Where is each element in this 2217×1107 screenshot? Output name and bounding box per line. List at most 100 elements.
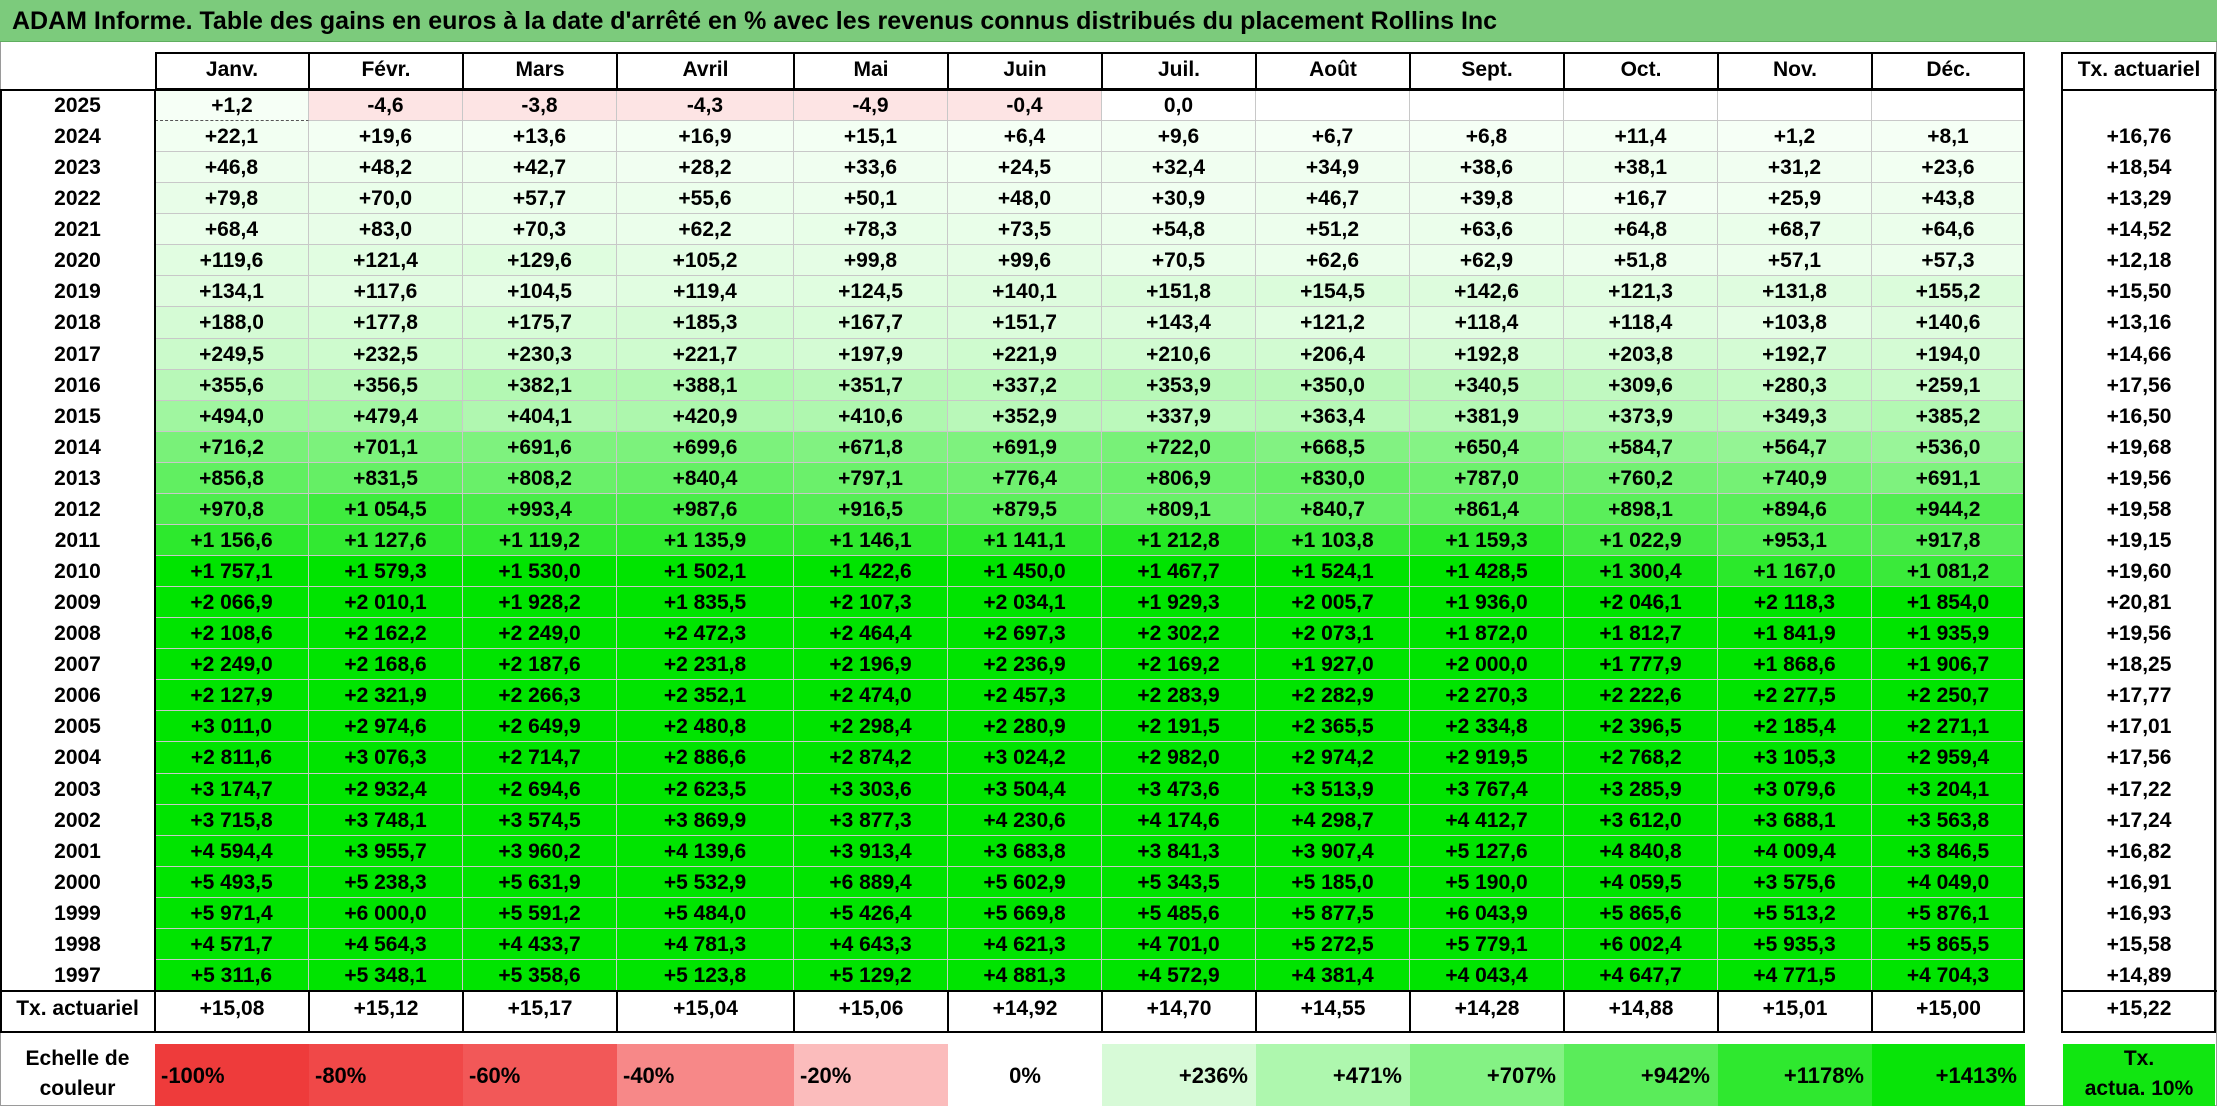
gain-cell: +2 231,8	[617, 649, 794, 680]
footer-average: +14,28	[1454, 997, 1520, 1020]
gain-cell: +194,0	[1872, 339, 2025, 370]
gain-cell: +64,6	[1872, 214, 2025, 245]
gain-cell: +51,2	[1256, 214, 1410, 245]
gain-cell: +9,6	[1102, 121, 1256, 152]
gain-cell: +1 212,8	[1102, 525, 1256, 556]
year-label: 2022	[54, 187, 101, 210]
gain-cell: +4 564,3	[309, 929, 463, 960]
tx-actuariel-header: Tx. actuariel	[2077, 58, 2201, 81]
gain-cell: +494,0	[155, 401, 309, 432]
gain-cell: +340,5	[1410, 370, 1564, 401]
gain-cell: +5 669,8	[948, 898, 1102, 929]
footer-col-divider	[1255, 991, 1257, 1033]
year-label: 2015	[54, 405, 101, 428]
gain-cell: +55,6	[617, 183, 794, 214]
tx-actuariel-value: +14,89	[2106, 964, 2172, 987]
gain-cell: +6 889,4	[794, 867, 948, 898]
gain-cell	[1872, 90, 2025, 121]
gain-cell: +151,7	[948, 307, 1102, 339]
gain-cell: +16,9	[617, 121, 794, 152]
gain-cell: +1 530,0	[463, 556, 617, 587]
gain-cell: +78,3	[794, 214, 948, 245]
gain-cell: +2 000,0	[1410, 649, 1564, 680]
gain-cell: +2 168,6	[309, 649, 463, 680]
tx-actuariel-value: +14,52	[2106, 218, 2172, 241]
gain-cell: +5 311,6	[155, 960, 309, 991]
header-col-divider	[947, 52, 949, 90]
header-col-divider	[793, 52, 795, 90]
gain-cell: +1 081,2	[1872, 556, 2025, 587]
gain-cell: +2 649,9	[463, 711, 617, 742]
gain-cell: +121,2	[1256, 307, 1410, 339]
gain-cell: +1 119,2	[463, 525, 617, 556]
month-header: Avril	[682, 58, 729, 81]
gain-cell: +3 011,0	[155, 711, 309, 742]
gain-cell: +479,4	[309, 401, 463, 432]
gain-cell: +3 513,9	[1256, 774, 1410, 805]
gain-cell: +5 865,6	[1564, 898, 1718, 929]
gain-cell: +43,8	[1872, 183, 2025, 214]
year-label: 2005	[54, 715, 101, 738]
gain-cell: +3 105,3	[1718, 742, 1872, 774]
gain-cell: +3 076,3	[309, 742, 463, 774]
gain-cell	[1564, 90, 1718, 121]
scale-swatch: 0%	[948, 1044, 1102, 1106]
gain-cell: +175,7	[463, 307, 617, 339]
gain-cell: +6,7	[1256, 121, 1410, 152]
gain-cell: +2 270,3	[1410, 680, 1564, 711]
gain-cell: +3 574,5	[463, 805, 617, 836]
gain-cell: +24,5	[948, 152, 1102, 183]
gain-cell: +2 768,2	[1564, 742, 1718, 774]
gain-cell: +1 929,3	[1102, 587, 1256, 618]
gain-cell: +64,8	[1564, 214, 1718, 245]
gain-cell: +42,7	[463, 152, 617, 183]
gain-cell: +154,5	[1256, 276, 1410, 307]
gain-cell: +103,8	[1718, 307, 1872, 339]
footer-col-divider	[1717, 991, 1719, 1033]
gain-cell: +4 881,3	[948, 960, 1102, 991]
year-label: 2010	[54, 560, 101, 583]
gain-cell: +3 285,9	[1564, 774, 1718, 805]
gain-cell: +1 422,6	[794, 556, 948, 587]
gain-cell: +2 811,6	[155, 742, 309, 774]
gain-cell: +4 701,0	[1102, 929, 1256, 960]
gain-cell: +1 141,1	[948, 525, 1102, 556]
footer-average: +15,01	[1762, 997, 1828, 1020]
gain-cell: +1 127,6	[309, 525, 463, 556]
gain-cell: +5 129,2	[794, 960, 948, 991]
scale-swatch: +1178%	[1718, 1044, 1872, 1106]
gain-cell: +5 123,8	[617, 960, 794, 991]
gain-cell: +221,7	[617, 339, 794, 370]
gain-cell: +5 877,5	[1256, 898, 1410, 929]
scale-swatch: +236%	[1102, 1044, 1256, 1106]
gain-cell: +57,7	[463, 183, 617, 214]
month-header: Nov.	[1773, 58, 1817, 81]
gain-cell: +381,9	[1410, 401, 1564, 432]
gain-cell: +2 283,9	[1102, 680, 1256, 711]
gain-cell: +22,1	[155, 121, 309, 152]
gain-cell: +356,5	[309, 370, 463, 401]
gain-cell: +177,8	[309, 307, 463, 339]
year-label: 2020	[54, 249, 101, 272]
gain-cell: +2 932,4	[309, 774, 463, 805]
year-label: 2012	[54, 498, 101, 521]
gain-cell: +1 936,0	[1410, 587, 1564, 618]
gain-cell: +993,4	[463, 494, 617, 525]
gain-cell: +2 066,9	[155, 587, 309, 618]
gain-cell: +2 714,7	[463, 742, 617, 774]
gain-cell: +1 103,8	[1256, 525, 1410, 556]
gain-cell: +1,2	[155, 90, 309, 121]
gain-cell: +2 302,2	[1102, 618, 1256, 649]
scale-swatch: +707%	[1410, 1044, 1564, 1106]
gain-cell: +4 571,7	[155, 929, 309, 960]
header-col-divider	[1717, 52, 1719, 90]
gain-cell: +117,6	[309, 276, 463, 307]
gain-cell: +4 433,7	[463, 929, 617, 960]
gain-cell: +197,9	[794, 339, 948, 370]
year-label: 2014	[54, 436, 101, 459]
scale-tx-swatch: Tx. actua. 10%	[2063, 1044, 2215, 1106]
gain-cell: +1 935,9	[1872, 618, 2025, 649]
gain-cell: +385,2	[1872, 401, 2025, 432]
gain-cell: +62,9	[1410, 245, 1564, 276]
gain-cell: +856,8	[155, 463, 309, 494]
